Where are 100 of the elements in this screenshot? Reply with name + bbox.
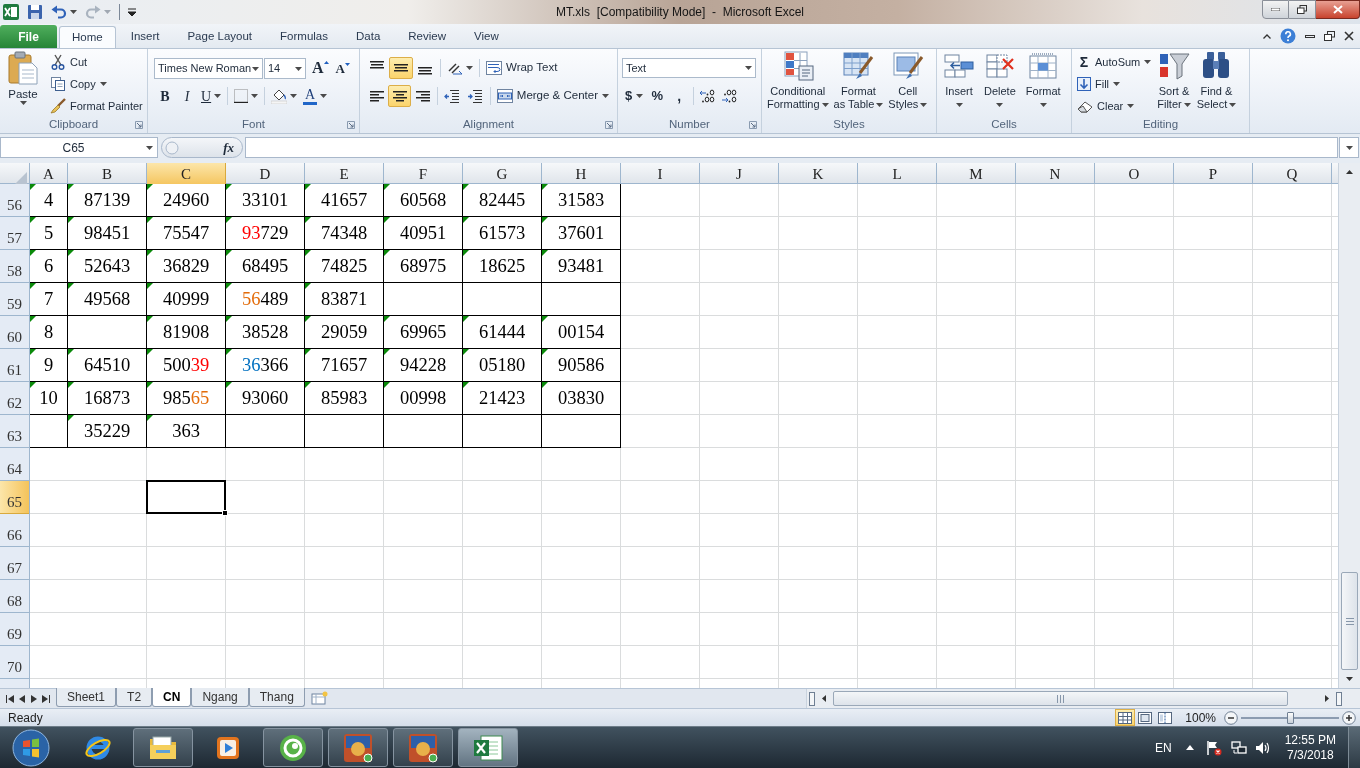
comma-button[interactable]: ,: [668, 85, 691, 107]
file-tab[interactable]: File: [0, 25, 57, 48]
ribbon-tab[interactable]: Review: [395, 26, 459, 48]
dialog-launcher-icon[interactable]: [347, 121, 355, 129]
sort-filter-button[interactable]: Sort & Filter: [1155, 51, 1193, 117]
row-header[interactable]: 57: [0, 217, 29, 250]
zoom-level-button[interactable]: 100%: [1185, 708, 1216, 727]
ribbon-tab[interactable]: Insert: [117, 26, 173, 48]
volume-icon[interactable]: [1254, 740, 1271, 755]
collapse-ribbon-icon[interactable]: [1263, 33, 1271, 39]
show-hidden-icons-icon[interactable]: [1185, 745, 1194, 750]
row-header[interactable]: 56: [0, 184, 29, 217]
first-sheet-icon[interactable]: [6, 694, 14, 703]
ribbon-tab[interactable]: View: [461, 26, 512, 48]
percent-button[interactable]: %: [646, 85, 669, 107]
help-icon[interactable]: [1280, 28, 1296, 44]
font-color-button[interactable]: A: [300, 85, 331, 107]
row-header[interactable]: 69: [0, 613, 29, 646]
sheet-tab[interactable]: T2: [116, 688, 153, 707]
network-icon[interactable]: [1230, 740, 1247, 755]
flag-icon[interactable]: [1205, 739, 1222, 756]
language-indicator[interactable]: EN: [1154, 738, 1172, 757]
row-header[interactable]: 59: [0, 283, 29, 316]
row-header[interactable]: 60: [0, 316, 29, 349]
sheet-tab[interactable]: Sheet1: [56, 688, 117, 707]
increase-decimal-icon[interactable]: [700, 88, 717, 104]
insert-function-button[interactable]: fx: [223, 137, 234, 158]
italic-button[interactable]: I: [176, 85, 198, 107]
next-sheet-icon[interactable]: [30, 694, 38, 703]
format-painter-button[interactable]: Format Painter: [48, 95, 145, 117]
show-desktop-button[interactable]: [1348, 727, 1360, 768]
close-button[interactable]: [1316, 0, 1360, 19]
find-select-button[interactable]: Find & Select: [1194, 51, 1239, 117]
dialog-launcher-icon[interactable]: [749, 121, 757, 129]
fill-button[interactable]: Fill: [1075, 73, 1154, 95]
close-icon[interactable]: [1344, 31, 1354, 41]
currency-button[interactable]: $: [622, 85, 647, 107]
last-sheet-icon[interactable]: [42, 694, 50, 703]
taskbar-button[interactable]: [133, 728, 193, 767]
grow-font-button[interactable]: A: [309, 58, 332, 79]
formula-input[interactable]: [245, 137, 1338, 158]
row-header[interactable]: 65: [0, 481, 29, 514]
clock-date[interactable]: 7/3/2018: [1286, 747, 1334, 763]
taskbar-button[interactable]: [393, 728, 453, 767]
format-as-table-button[interactable]: Format as Table: [832, 51, 885, 117]
underline-button[interactable]: U: [198, 85, 225, 107]
row-header[interactable]: 63: [0, 415, 29, 448]
undo-icon[interactable]: [51, 5, 67, 19]
start-orb-icon[interactable]: [12, 728, 50, 767]
ribbon-tab[interactable]: Data: [343, 26, 394, 48]
autosum-button[interactable]: Σ AutoSum: [1075, 51, 1154, 73]
active-cell[interactable]: [146, 480, 226, 514]
column-header[interactable]: C: [147, 163, 226, 186]
row-header[interactable]: 68: [0, 580, 29, 613]
taskbar-button[interactable]: [328, 728, 388, 767]
ribbon-tab[interactable]: Home: [59, 26, 116, 48]
excel-logo-icon[interactable]: [3, 4, 19, 20]
ribbon-tab[interactable]: Formulas: [267, 26, 341, 48]
font-name-field[interactable]: Times New Roman: [154, 58, 263, 79]
restore-icon[interactable]: [1324, 31, 1335, 41]
minimize-icon[interactable]: [1305, 34, 1315, 38]
align-button[interactable]: [389, 57, 413, 79]
cut-button[interactable]: Cut: [48, 51, 145, 73]
merge-center-button[interactable]: Merge & Center: [493, 85, 612, 107]
row-header[interactable]: 58: [0, 250, 29, 283]
scrollbar-thumb[interactable]: [1341, 572, 1358, 670]
clear-button[interactable]: Clear: [1075, 95, 1154, 117]
splitter-icon[interactable]: [809, 691, 815, 706]
zoom-in-icon[interactable]: [1342, 710, 1356, 725]
row-header[interactable]: 67: [0, 547, 29, 580]
insert-button[interactable]: Insert: [942, 51, 976, 117]
align-button[interactable]: [388, 85, 411, 107]
format-button[interactable]: Format: [1023, 51, 1063, 117]
expand-formula-bar-button[interactable]: [1339, 137, 1359, 158]
fill-handle[interactable]: [222, 510, 228, 516]
cell-styles-button[interactable]: Cell Styles: [887, 51, 929, 117]
copy-button[interactable]: Copy: [48, 73, 145, 95]
decrease-decimal-icon[interactable]: [722, 88, 739, 104]
previous-sheet-icon[interactable]: [18, 694, 26, 703]
row-header[interactable]: 66: [0, 514, 29, 547]
conditional-formatting-button[interactable]: Conditional Formatting: [766, 51, 830, 117]
scrollbar-thumb[interactable]: [833, 691, 1288, 706]
shrink-font-button[interactable]: A: [332, 58, 353, 79]
ribbon-tab[interactable]: Page Layout: [174, 26, 266, 48]
zoom-slider-thumb[interactable]: [1287, 711, 1294, 724]
row-header[interactable]: 61: [0, 349, 29, 382]
row-header[interactable]: 70: [0, 646, 29, 679]
save-icon[interactable]: [27, 4, 43, 20]
bold-button[interactable]: B: [154, 85, 176, 107]
row-header[interactable]: 62: [0, 382, 29, 415]
sheet-tab[interactable]: Thang: [248, 688, 305, 707]
number-format-field[interactable]: Text: [622, 58, 756, 78]
delete-button[interactable]: Delete: [982, 51, 1018, 117]
zoom-out-icon[interactable]: [1224, 710, 1238, 725]
view-button[interactable]: [1115, 709, 1136, 726]
sheet-tab[interactable]: CN: [152, 688, 192, 707]
taskbar-button[interactable]: [263, 728, 323, 767]
dialog-launcher-icon[interactable]: [135, 121, 143, 129]
sheet-tab[interactable]: Ngang: [191, 688, 249, 707]
name-box[interactable]: C65: [0, 137, 158, 158]
